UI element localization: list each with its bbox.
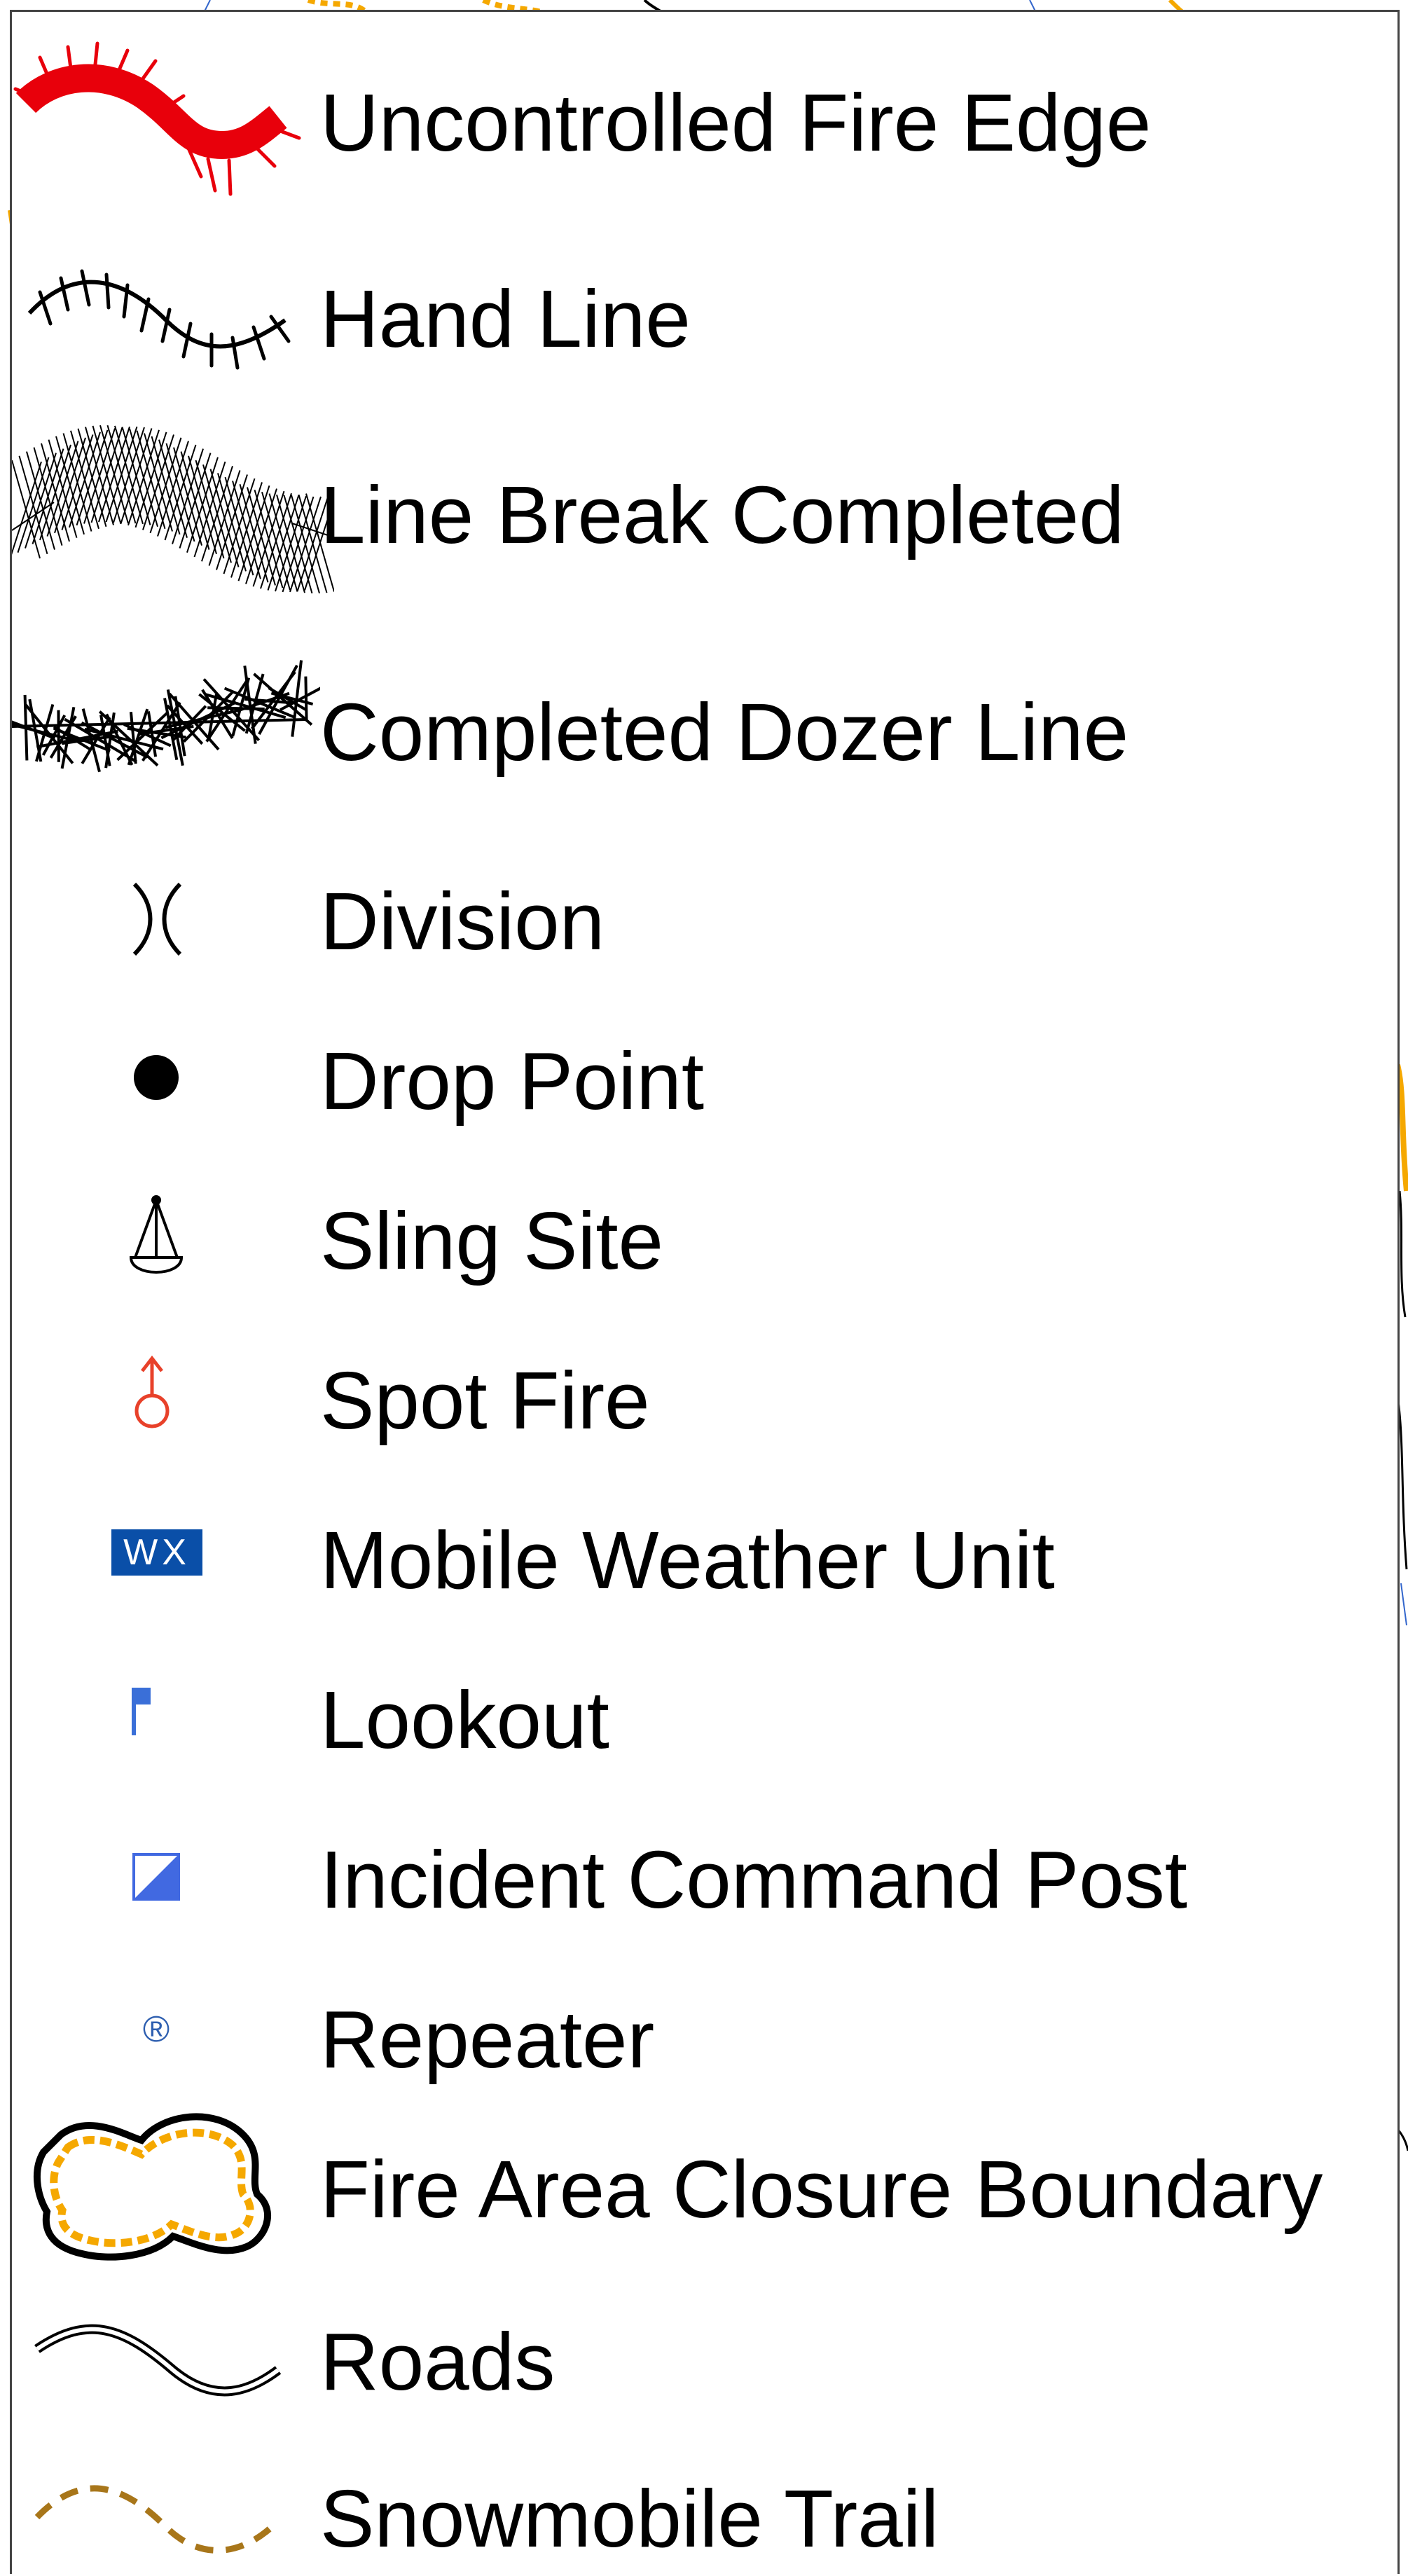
incident-command-post-icon [12, 1825, 320, 1930]
sling-site-icon [12, 1186, 320, 1291]
legend-label: Lookout [320, 1679, 609, 1761]
mobile-weather-unit-text: WX [123, 1532, 191, 1573]
hand-line-icon [12, 236, 320, 404]
roads-icon [12, 2300, 320, 2419]
legend-label: Fire Area Closure Boundary [320, 2149, 1323, 2230]
legend-item-incident-command-post: Incident Command Post [12, 1825, 1402, 1930]
legend-label: Line Break Completed [320, 474, 1124, 556]
repeater-icon: ® [138, 2010, 174, 2049]
legend-item-line-break-completed: Line Break Completed [12, 418, 1402, 600]
completed-dozer-line-icon [12, 635, 320, 818]
legend-item-fire-area-closure-boundary: Fire Area Closure Boundary [12, 2107, 1402, 2275]
legend-label: Sling Site [320, 1200, 663, 1281]
fire-area-closure-boundary-icon [12, 2107, 320, 2275]
legend-label: Division [320, 881, 605, 962]
line-break-completed-icon [12, 418, 334, 600]
legend-item-completed-dozer-line: Completed Dozer Line [12, 635, 1402, 818]
mobile-weather-unit-icon: WX [111, 1529, 202, 1576]
legend-label: Hand Line [320, 278, 691, 359]
legend-label: Completed Dozer Line [320, 691, 1129, 773]
legend-item-hand-line: Hand Line [12, 236, 1402, 404]
map-legend: Uncontrolled Fire Edge Hand Line [10, 10, 1400, 2574]
legend-item-spot-fire: Spot Fire [12, 1346, 1402, 1451]
legend-label: Drop Point [320, 1040, 704, 1122]
legend-item-repeater: ® Repeater [12, 1985, 1402, 2090]
legend-item-lookout: Lookout [12, 1665, 1402, 1770]
legend-label: Mobile Weather Unit [320, 1520, 1055, 1601]
legend-item-division: Division [12, 867, 1402, 972]
legend-item-sling-site: Sling Site [12, 1186, 1402, 1291]
repeater-symbol: ® [143, 2009, 170, 2050]
lookout-flag-icon [12, 1665, 320, 1770]
legend-label: Roads [320, 2321, 555, 2402]
division-icon [12, 867, 320, 972]
drop-point-icon [12, 1026, 320, 1131]
legend-item-roads: Roads [12, 2300, 1402, 2419]
legend-label: Snowmobile Trail [320, 2478, 939, 2559]
legend-item-drop-point: Drop Point [12, 1026, 1402, 1131]
spot-fire-icon [12, 1346, 320, 1451]
legend-item-mobile-weather-unit: WX Mobile Weather Unit [12, 1506, 1402, 1611]
snowmobile-trail-icon [12, 2457, 320, 2576]
legend-label: Uncontrolled Fire Edge [320, 82, 1151, 163]
uncontrolled-fire-edge-icon [12, 40, 320, 208]
legend-label: Spot Fire [320, 1360, 650, 1441]
legend-item-snowmobile-trail: Snowmobile Trail [12, 2457, 1402, 2576]
legend-label: Incident Command Post [320, 1839, 1187, 1920]
legend-label: Repeater [320, 1999, 654, 2080]
legend-item-uncontrolled-fire-edge: Uncontrolled Fire Edge [12, 40, 1402, 208]
